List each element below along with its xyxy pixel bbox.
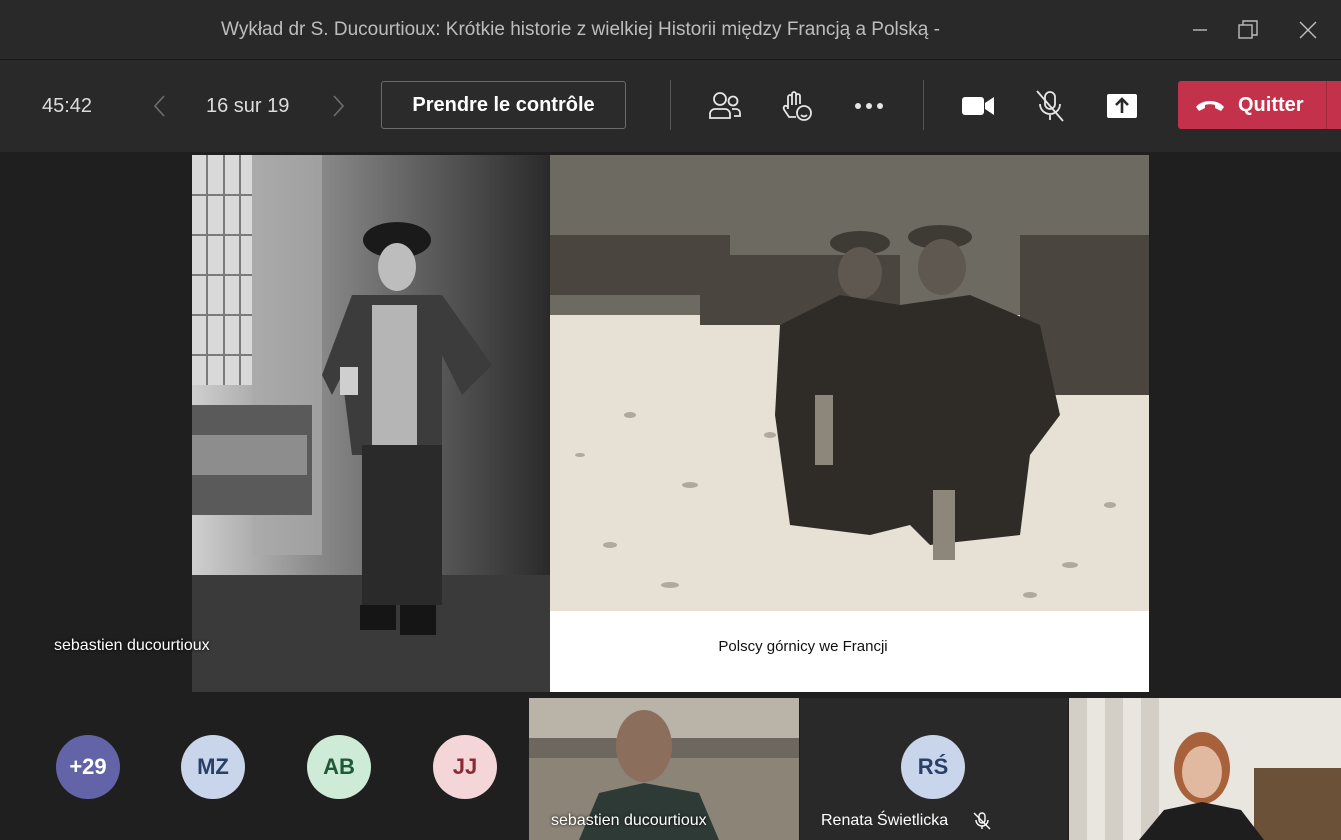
participants-button[interactable]: [705, 86, 745, 126]
presenter-name-label: sebastien ducourtioux: [54, 637, 210, 654]
self-video-feed: [1069, 698, 1341, 840]
slide-photo-miner-portrait: [192, 155, 550, 692]
shared-content-stage: Polscy górnicy we Francji sebastien duco…: [0, 152, 1341, 695]
leave-meeting-button[interactable]: Quitter: [1178, 81, 1341, 129]
people-icon: [709, 92, 741, 119]
toolbar-divider: [670, 80, 671, 130]
two-miners-image: [550, 155, 1149, 611]
participant-avatar[interactable]: AB: [307, 735, 371, 799]
close-icon: [1299, 21, 1317, 39]
microphone-muted-icon: [1036, 90, 1064, 122]
raise-hand-reaction-icon: [782, 91, 812, 121]
restore-icon: [1238, 20, 1258, 39]
participant-tile-renata[interactable]: RŚ Renata Świetlicka: [800, 698, 1068, 840]
slide-caption-area: Polscy górnicy we Francji: [550, 611, 1149, 692]
participant-name: Renata Świetlicka: [821, 812, 949, 829]
meeting-timer: 45:42: [42, 95, 93, 117]
microphone-muted-icon: [973, 812, 991, 830]
hang-up-phone-icon: [1196, 101, 1224, 111]
more-dots-icon: [855, 103, 883, 109]
participant-avatar[interactable]: MZ: [181, 735, 245, 799]
take-control-button[interactable]: Prendre le contrôle: [381, 81, 626, 129]
self-video-tile[interactable]: [1069, 698, 1341, 840]
microphone-button[interactable]: [1030, 86, 1070, 126]
overflow-participants-avatar[interactable]: +29: [56, 735, 120, 799]
participant-avatar[interactable]: JJ: [433, 735, 497, 799]
share-screen-button[interactable]: [1102, 86, 1142, 126]
toolbar-divider: [923, 80, 924, 130]
meeting-toolbar: 45:42 16 sur 19 Prendre le contrôle Quit…: [0, 60, 1341, 152]
leave-meeting-label: Quitter: [1238, 93, 1304, 116]
slide-caption: Polscy górnicy we Francji: [718, 638, 888, 655]
share-tray-icon: [1107, 94, 1137, 118]
participant-avatar: RŚ: [901, 735, 965, 799]
slide-photo-two-miners: [550, 155, 1149, 611]
camera-button[interactable]: [958, 86, 998, 126]
leave-options-divider: [1326, 81, 1327, 129]
minimize-button[interactable]: [1177, 10, 1223, 50]
video-camera-icon: [962, 97, 994, 115]
title-bar: Wykład dr S. Ducourtioux: Krótkie histor…: [0, 0, 1341, 60]
minimize-icon: [1193, 29, 1207, 31]
participant-strip: +29 MZ AB JJ sebastien ducourtioux RŚ Re…: [0, 695, 1341, 840]
chevron-right-icon: [333, 95, 345, 117]
window-title: Wykład dr S. Ducourtioux: Krótkie histor…: [221, 19, 940, 40]
next-slide-button[interactable]: [328, 94, 348, 118]
chevron-left-icon: [153, 95, 165, 117]
reactions-button[interactable]: [777, 86, 817, 126]
restore-button[interactable]: [1225, 10, 1271, 50]
miner-portrait-image: [192, 155, 550, 692]
participant-video-tile[interactable]: sebastien ducourtioux: [529, 698, 799, 840]
more-actions-button[interactable]: [849, 86, 889, 126]
slide-counter: 16 sur 19: [206, 95, 290, 117]
previous-slide-button[interactable]: [150, 94, 170, 118]
close-button[interactable]: [1285, 10, 1331, 50]
participant-name: sebastien ducourtioux: [551, 812, 707, 829]
